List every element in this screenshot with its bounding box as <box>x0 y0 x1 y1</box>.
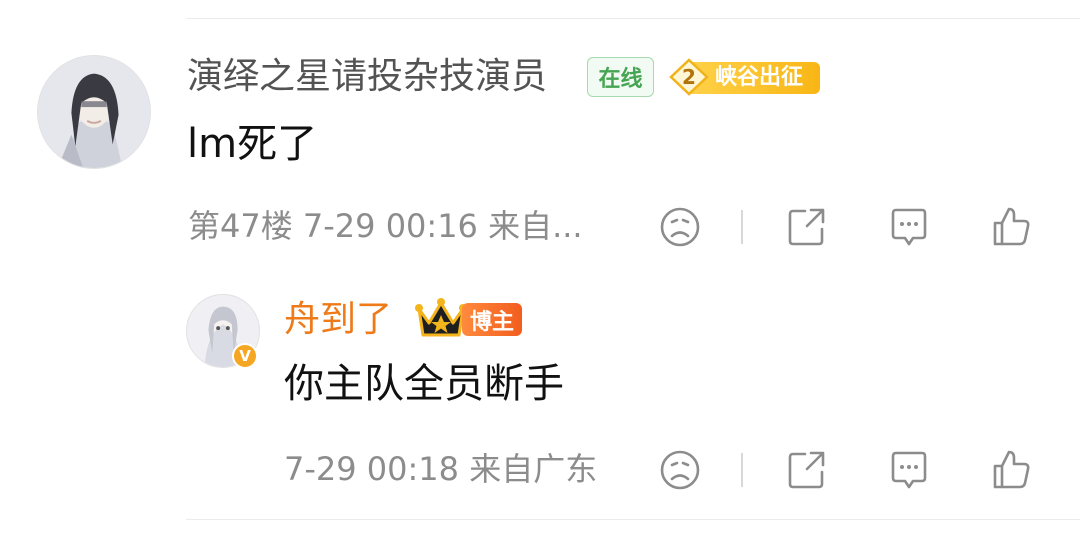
reply-text: 你主队全员断手 <box>284 361 564 407</box>
main-comment-text: lm死了 <box>187 121 318 167</box>
share-icon[interactable] <box>785 205 829 249</box>
verified-badge-icon: V <box>232 343 258 369</box>
main-username[interactable]: 演绎之星请投杂技演员 <box>187 59 547 95</box>
top-divider <box>186 18 1080 19</box>
dislike-icon[interactable] <box>658 205 702 249</box>
reply-meta: 7-29 00:18 来自广东 <box>284 450 598 488</box>
online-status-badge: 在线 <box>587 57 654 97</box>
comment-icon[interactable] <box>887 448 931 492</box>
rank-label: 峡谷出征 <box>715 65 804 90</box>
action-separator <box>741 453 743 487</box>
like-icon[interactable] <box>989 448 1033 492</box>
blogger-badge: 博主 <box>462 303 522 336</box>
reply-username[interactable]: 舟到了 <box>284 302 392 338</box>
share-icon[interactable] <box>785 448 829 492</box>
main-avatar[interactable] <box>37 55 151 169</box>
rank-badge[interactable]: 2 峡谷出征 <box>665 58 820 96</box>
main-comment-meta: 第47楼 7-29 00:16 来自... <box>188 207 583 245</box>
like-icon[interactable] <box>989 205 1033 249</box>
comment-icon[interactable] <box>887 205 931 249</box>
dislike-icon[interactable] <box>658 448 702 492</box>
rank-level: 2 <box>682 65 696 89</box>
bottom-divider <box>186 519 1080 520</box>
crown-icon <box>415 298 467 337</box>
action-separator <box>741 210 743 244</box>
